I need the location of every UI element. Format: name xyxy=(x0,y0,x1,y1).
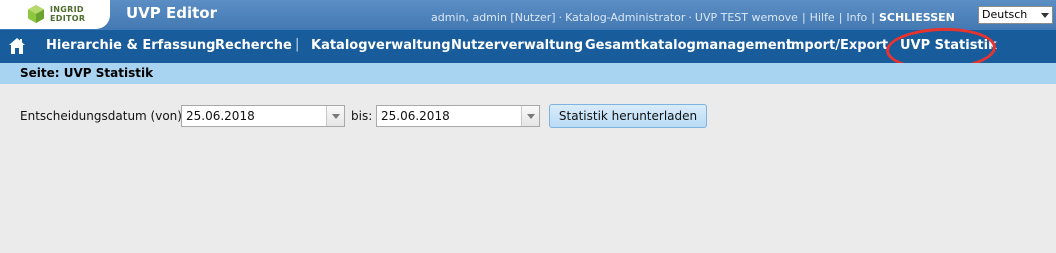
main-nav: Hierarchie & Erfassung Recherche | Katal… xyxy=(0,29,1056,63)
page-title: Seite: UVP Statistik xyxy=(20,66,154,80)
logo-text: INGRID EDITOR xyxy=(50,5,85,23)
to-date-label: bis: xyxy=(351,109,373,123)
dot-separator: · xyxy=(558,11,563,24)
from-date-dropdown-button[interactable] xyxy=(326,106,344,126)
dot-separator: · xyxy=(688,11,692,24)
user-name: admin, admin [Nutzer] xyxy=(431,11,556,24)
from-date-value: 25.06.2018 xyxy=(186,109,255,123)
to-date-value: 25.06.2018 xyxy=(381,109,450,123)
nav-item-hierarchie[interactable]: Hierarchie & Erfassung xyxy=(46,38,215,53)
pipe-separator: | xyxy=(871,11,875,24)
logo-line1: INGRID xyxy=(50,5,84,14)
nav-item-recherche[interactable]: Recherche xyxy=(215,38,292,53)
nav-item-import-export[interactable]: Import/Export xyxy=(786,38,888,53)
logo-line2: EDITOR xyxy=(50,14,86,23)
catalog-name: UVP TEST wemove xyxy=(694,11,798,24)
app-header: INGRID EDITOR UVP Editor admin, admin [N… xyxy=(0,0,1056,29)
close-link[interactable]: SCHLIESSEN xyxy=(879,11,955,24)
pipe-separator: | xyxy=(801,11,806,24)
to-date-dropdown-button[interactable] xyxy=(521,106,539,126)
home-icon[interactable] xyxy=(8,37,26,55)
ingrid-logo-icon xyxy=(28,5,44,23)
info-link[interactable]: Info xyxy=(846,11,867,24)
from-date-field[interactable]: 25.06.2018 xyxy=(181,105,345,127)
nav-item-gesamtkatalogmanagement[interactable]: Gesamtkatalogmanagement xyxy=(585,38,792,53)
app-title: UVP Editor xyxy=(126,4,218,22)
to-date-field[interactable]: 25.06.2018 xyxy=(376,105,540,127)
language-select[interactable]: Deutsch xyxy=(978,6,1053,24)
nav-item-katalogverwaltung[interactable]: Katalogverwaltung xyxy=(311,38,451,53)
logo: INGRID EDITOR xyxy=(0,0,110,29)
help-link[interactable]: Hilfe xyxy=(810,11,835,24)
nav-separator: | xyxy=(295,37,300,52)
chevron-down-icon xyxy=(332,114,340,119)
language-value: Deutsch xyxy=(982,8,1028,21)
pipe-separator: | xyxy=(838,11,843,24)
nav-item-nutzerverwaltung[interactable]: Nutzerverwaltung xyxy=(451,38,583,53)
download-statistics-button[interactable]: Statistik herunterladen xyxy=(549,104,707,128)
page-title-bar: Seite: UVP Statistik xyxy=(0,63,1056,84)
user-role: Katalog-Administrator xyxy=(565,11,686,24)
chevron-down-icon xyxy=(527,114,535,119)
user-bar: admin, admin [Nutzer] · Katalog-Administra… xyxy=(431,11,955,24)
nav-item-uvp-statistik[interactable]: UVP Statistik xyxy=(900,38,997,53)
from-date-label: Entscheidungsdatum (von): xyxy=(20,109,187,123)
chevron-down-icon xyxy=(1041,13,1049,18)
